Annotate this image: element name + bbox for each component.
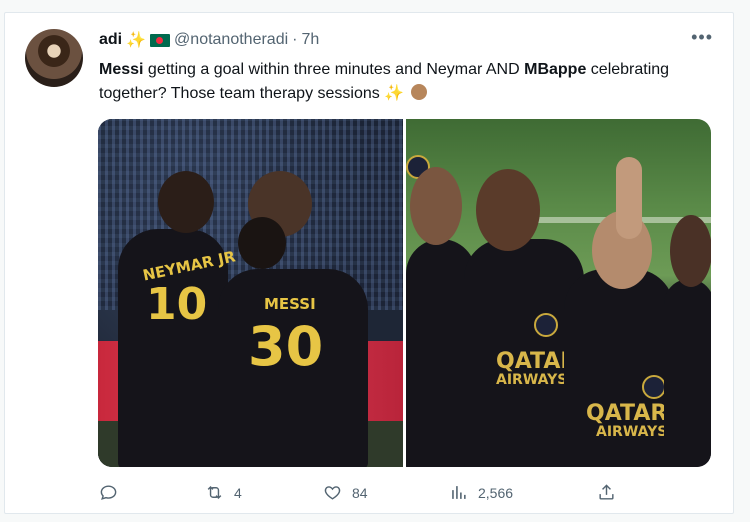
retweet-count: 4 [234, 484, 242, 501]
avatar[interactable] [25, 29, 83, 87]
player-head [476, 169, 540, 251]
player-neymar-right [664, 279, 711, 467]
views-count: 2,566 [478, 484, 514, 501]
player-head [238, 217, 286, 269]
heart-icon [324, 486, 341, 500]
media-grid[interactable]: NEYMAR JR 10 MESSI 30 QATAR AIRWAYS QATA… [98, 119, 711, 467]
photo-celebration-left[interactable]: NEYMAR JR 10 MESSI 30 [98, 119, 403, 467]
timestamp[interactable]: 7h [301, 31, 319, 49]
user-handle[interactable]: @notanotheradi [174, 31, 288, 49]
share-button[interactable] [597, 483, 626, 502]
like-count: 84 [352, 484, 368, 501]
player-head [410, 167, 462, 245]
views-icon [452, 486, 466, 499]
jersey-name-messi: MESSI [264, 295, 316, 313]
retweet-button[interactable]: 4 [205, 483, 242, 502]
ok-hand-emoji [410, 84, 427, 100]
like-button[interactable]: 84 [323, 483, 368, 502]
reply-icon [100, 485, 117, 500]
sponsor-text: QATAR [586, 401, 668, 426]
views-button[interactable]: 2,566 [449, 483, 513, 502]
jersey-number-neymar: 10 [146, 279, 208, 330]
player-head [670, 215, 711, 287]
sparkles-emoji: ✨ [384, 85, 405, 102]
tweet-card[interactable]: adi ✨ @notanotheradi · 7h ••• Messi gett… [4, 12, 734, 514]
tweet-text-bold-mbappe: MBappe [524, 61, 587, 78]
separator-dot: · [292, 31, 298, 48]
display-name[interactable]: adi [99, 31, 122, 49]
photo-celebration-right[interactable]: QATAR AIRWAYS QATAR AIRWAYS [406, 119, 711, 467]
tweet-text: Messi getting a goal within three minute… [99, 58, 709, 106]
sparkles-emoji: ✨ [126, 32, 147, 49]
action-bar: 4 84 2,566 [99, 483, 619, 507]
more-options-icon[interactable]: ••• [691, 27, 713, 48]
psg-crest-icon [534, 313, 558, 337]
reply-button[interactable] [99, 483, 128, 502]
share-icon [599, 484, 614, 500]
player-head [158, 171, 214, 233]
jersey-number-messi: 30 [248, 315, 324, 378]
sponsor-text: AIRWAYS [596, 424, 668, 440]
sponsor-text: AIRWAYS [496, 372, 568, 388]
psg-crest-icon [642, 375, 666, 399]
tweet-text-bold-messi: Messi [99, 61, 144, 78]
tweet-header: adi ✨ @notanotheradi · 7h [99, 30, 319, 50]
tweet-text-part: getting a goal within three minutes and … [143, 61, 525, 78]
raised-hand [616, 157, 642, 239]
bangladesh-flag-emoji [150, 33, 171, 47]
retweet-icon [207, 485, 222, 500]
